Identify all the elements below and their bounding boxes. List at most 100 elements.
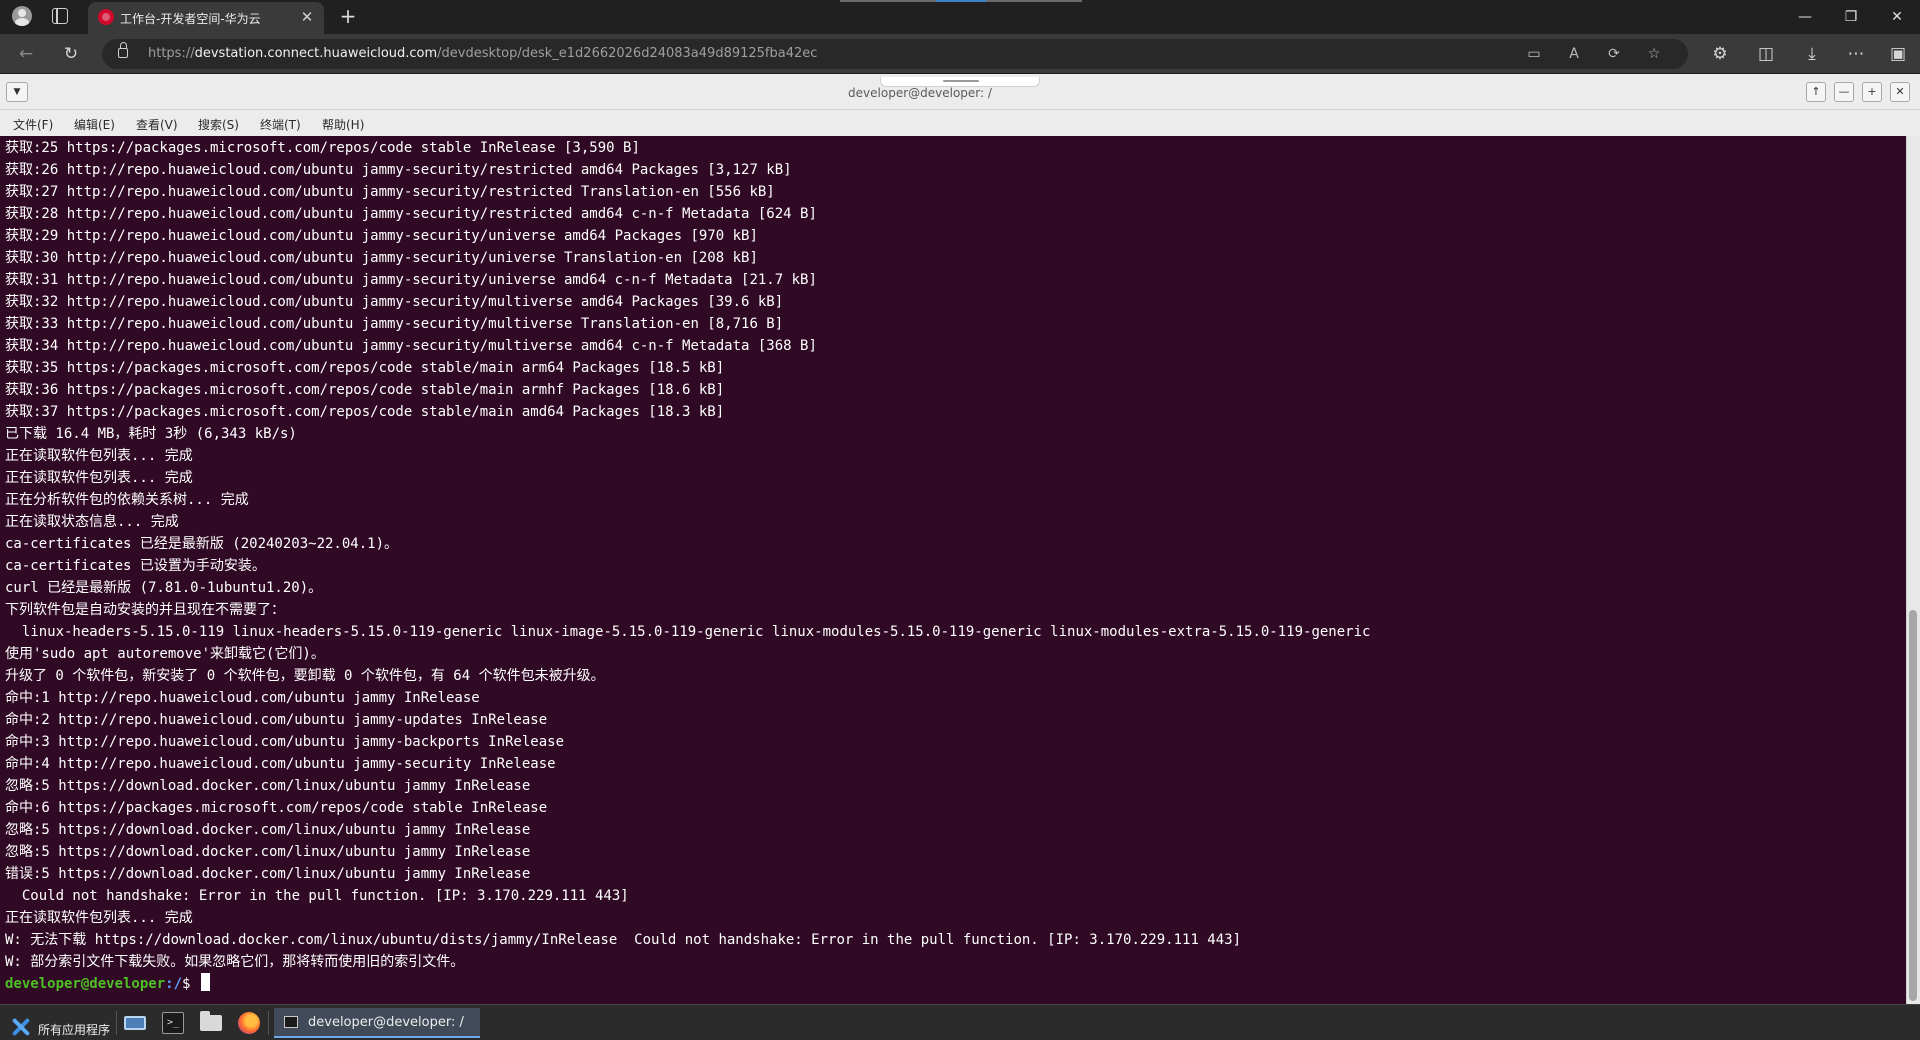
- back-icon[interactable]: ←: [14, 42, 38, 66]
- text-cursor: [200, 973, 210, 991]
- terminal-line: 获取:37 https://packages.microsoft.com/rep…: [5, 404, 725, 420]
- terminal-line: 忽略:5 https://download.docker.com/linux/u…: [5, 844, 531, 860]
- menu-help[interactable]: 帮助(H): [322, 116, 364, 133]
- prompt-path: :/: [165, 976, 183, 992]
- terminal-window: ▼ developer@developer: / ↑ — + ✕ 文件(F) 编…: [0, 74, 1920, 1004]
- terminal-line: ca-certificates 已设置为手动安装。: [5, 558, 266, 574]
- keyboard-icon[interactable]: [124, 1016, 146, 1030]
- terminal-line: 获取:36 https://packages.microsoft.com/rep…: [5, 382, 725, 398]
- window-drag-indicator: [936, 0, 986, 2]
- tab-title: 工作台-开发者空间-华为云: [120, 12, 261, 26]
- restore-window-button[interactable]: ❐: [1828, 0, 1874, 34]
- terminal-line: ca-certificates 已经是最新版 (20240203~22.04.1…: [5, 536, 399, 552]
- minimize-terminal-button[interactable]: —: [1834, 82, 1854, 102]
- terminal-line: 升级了 0 个软件包，新安装了 0 个软件包，要卸载 0 个软件包，有 64 个…: [5, 668, 605, 684]
- app-available-icon[interactable]: ▭: [1522, 42, 1546, 66]
- close-terminal-button[interactable]: ✕: [1890, 82, 1910, 102]
- terminal-line: 获取:28 http://repo.huaweicloud.com/ubuntu…: [5, 206, 817, 222]
- window-drag-indicator: [986, 0, 1082, 2]
- menu-search[interactable]: 搜索(S): [198, 116, 239, 133]
- address-bar[interactable]: https://devstation.connect.huaweicloud.c…: [102, 39, 1688, 69]
- terminal-line: curl 已经是最新版 (7.81.0-1ubuntu1.20)。: [5, 580, 323, 596]
- favorite-star-icon[interactable]: ☆: [1642, 42, 1666, 66]
- terminal-title: developer@developer: /: [848, 86, 992, 100]
- url-text[interactable]: https://devstation.connect.huaweicloud.c…: [148, 46, 817, 61]
- more-icon[interactable]: ⋯: [1844, 42, 1868, 66]
- minimize-window-button[interactable]: —: [1782, 0, 1828, 34]
- terminal-launcher-icon[interactable]: >_: [162, 1012, 184, 1034]
- menu-file[interactable]: 文件(F): [13, 116, 53, 133]
- profile-avatar-icon[interactable]: [12, 6, 32, 26]
- terminal-line: 获取:30 http://repo.huaweicloud.com/ubuntu…: [5, 250, 758, 266]
- folder-icon[interactable]: [200, 1011, 222, 1031]
- split-screen-icon[interactable]: ◫: [1754, 42, 1778, 66]
- scrollbar-thumb[interactable]: [1909, 610, 1917, 1001]
- close-tab-icon[interactable]: ✕: [298, 8, 316, 26]
- terminal-line: 获取:33 http://repo.huaweicloud.com/ubuntu…: [5, 316, 784, 332]
- terminal-line: 获取:34 http://repo.huaweicloud.com/ubuntu…: [5, 338, 817, 354]
- terminal-line: Could not handshake: Error in the pull f…: [5, 888, 629, 904]
- terminal-line: 命中:6 https://packages.microsoft.com/repo…: [5, 800, 548, 816]
- terminal-menubar: 文件(F) 编辑(E) 查看(V) 搜索(S) 终端(T) 帮助(H): [0, 110, 1920, 136]
- terminal-prompt[interactable]: developer@developer:/$: [5, 973, 210, 995]
- tab-actions-icon[interactable]: [52, 8, 68, 24]
- arrow-up-icon[interactable]: ↑: [1806, 82, 1826, 102]
- menu-edit[interactable]: 编辑(E): [74, 116, 115, 133]
- menu-terminal[interactable]: 终端(T): [260, 116, 301, 133]
- lock-icon[interactable]: [118, 42, 128, 58]
- huawei-cloud-favicon-icon: [98, 9, 114, 25]
- terminal-line: 获取:32 http://repo.huaweicloud.com/ubuntu…: [5, 294, 784, 310]
- terminal-line: 正在读取软件包列表... 完成: [5, 448, 193, 464]
- terminal-line: 使用'sudo apt autoremove'来卸载它(它们)。: [5, 646, 325, 662]
- terminal-line: 正在读取状态信息... 完成: [5, 514, 179, 530]
- prompt-symbol: $: [182, 976, 199, 992]
- terminal-line: 获取:31 http://repo.huaweicloud.com/ubuntu…: [5, 272, 817, 288]
- terminal-line: 错误:5 https://download.docker.com/linux/u…: [5, 866, 531, 882]
- new-tab-button[interactable]: +: [336, 4, 360, 28]
- browser-tab-active[interactable]: 工作台-开发者空间-华为云 ✕: [88, 2, 324, 34]
- taskbar-separator: [268, 1011, 269, 1035]
- terminal-line: 忽略:5 https://download.docker.com/linux/u…: [5, 822, 531, 838]
- terminal-line: 获取:25 https://packages.microsoft.com/rep…: [5, 140, 640, 156]
- terminal-titlebar[interactable]: ▼ developer@developer: / ↑ — + ✕: [0, 74, 1920, 110]
- refresh-icon[interactable]: ↻: [59, 42, 83, 66]
- terminal-line: 正在读取软件包列表... 完成: [5, 470, 193, 486]
- menu-view[interactable]: 查看(V): [136, 116, 178, 133]
- close-window-button[interactable]: ✕: [1874, 0, 1920, 34]
- terminal-line: W: 无法下载 https://download.docker.com/linu…: [5, 932, 1242, 948]
- browser-tab-strip: 工作台-开发者空间-华为云 ✕ + — ❐ ✕: [0, 0, 1920, 34]
- url-path: /devdesktop/desk_e1d2662026d24083a49d891…: [437, 46, 818, 61]
- browser-toolbar: ← ↻ https://devstation.connect.huaweiclo…: [0, 34, 1920, 74]
- terminal-line: 已下载 16.4 MB，耗时 3秒 (6,343 kB/s): [5, 426, 297, 442]
- terminal-output[interactable]: 获取:25 https://packages.microsoft.com/rep…: [0, 136, 1906, 1004]
- terminal-line: 获取:26 http://repo.huaweicloud.com/ubuntu…: [5, 162, 792, 178]
- url-domain: devstation.connect.huaweicloud.com: [194, 46, 438, 61]
- terminal-line: 命中:1 http://repo.huaweicloud.com/ubuntu …: [5, 690, 480, 706]
- terminal-line: 命中:3 http://repo.huaweicloud.com/ubuntu …: [5, 734, 565, 750]
- all-apps-label: 所有应用程序: [38, 1023, 111, 1037]
- terminal-scrollbar[interactable]: [1906, 136, 1920, 1004]
- terminal-line: W: 部分索引文件下载失败。如果忽略它们，那将转而使用旧的索引文件。: [5, 954, 465, 970]
- terminal-line: 忽略:5 https://download.docker.com/linux/u…: [5, 778, 531, 794]
- taskbar-item-label: developer@developer: /: [308, 1015, 464, 1030]
- prompt-user: developer@developer: [5, 976, 166, 992]
- xfce-logo-icon: [10, 1017, 30, 1037]
- terminal-line: linux-headers-5.15.0-119 linux-headers-5…: [5, 624, 1371, 640]
- terminal-line: 获取:27 http://repo.huaweicloud.com/ubuntu…: [5, 184, 775, 200]
- taskbar-item-terminal[interactable]: developer@developer: /: [274, 1008, 480, 1038]
- taskbar-separator: [116, 1011, 117, 1035]
- terminal-line: 获取:29 http://repo.huaweicloud.com/ubuntu…: [5, 228, 758, 244]
- sidebar-icon[interactable]: ▣: [1886, 42, 1910, 66]
- downloads-icon[interactable]: ⤓: [1800, 42, 1824, 66]
- terminal-window-icon: [284, 1016, 298, 1028]
- maximize-terminal-button[interactable]: +: [1862, 82, 1882, 102]
- translate-icon[interactable]: ⟳: [1602, 42, 1626, 66]
- terminal-line: 下列软件包是自动安装的并且现在不需要了：: [5, 602, 285, 618]
- window-drag-indicator: [840, 0, 936, 2]
- firefox-icon[interactable]: [238, 1012, 260, 1034]
- terminal-line: 命中:4 http://repo.huaweicloud.com/ubuntu …: [5, 756, 556, 772]
- terminal-line: 正在读取软件包列表... 完成: [5, 910, 193, 926]
- terminal-line: 获取:35 https://packages.microsoft.com/rep…: [5, 360, 725, 376]
- read-aloud-icon[interactable]: A: [1562, 42, 1586, 66]
- extensions-icon[interactable]: ⚙: [1708, 42, 1732, 66]
